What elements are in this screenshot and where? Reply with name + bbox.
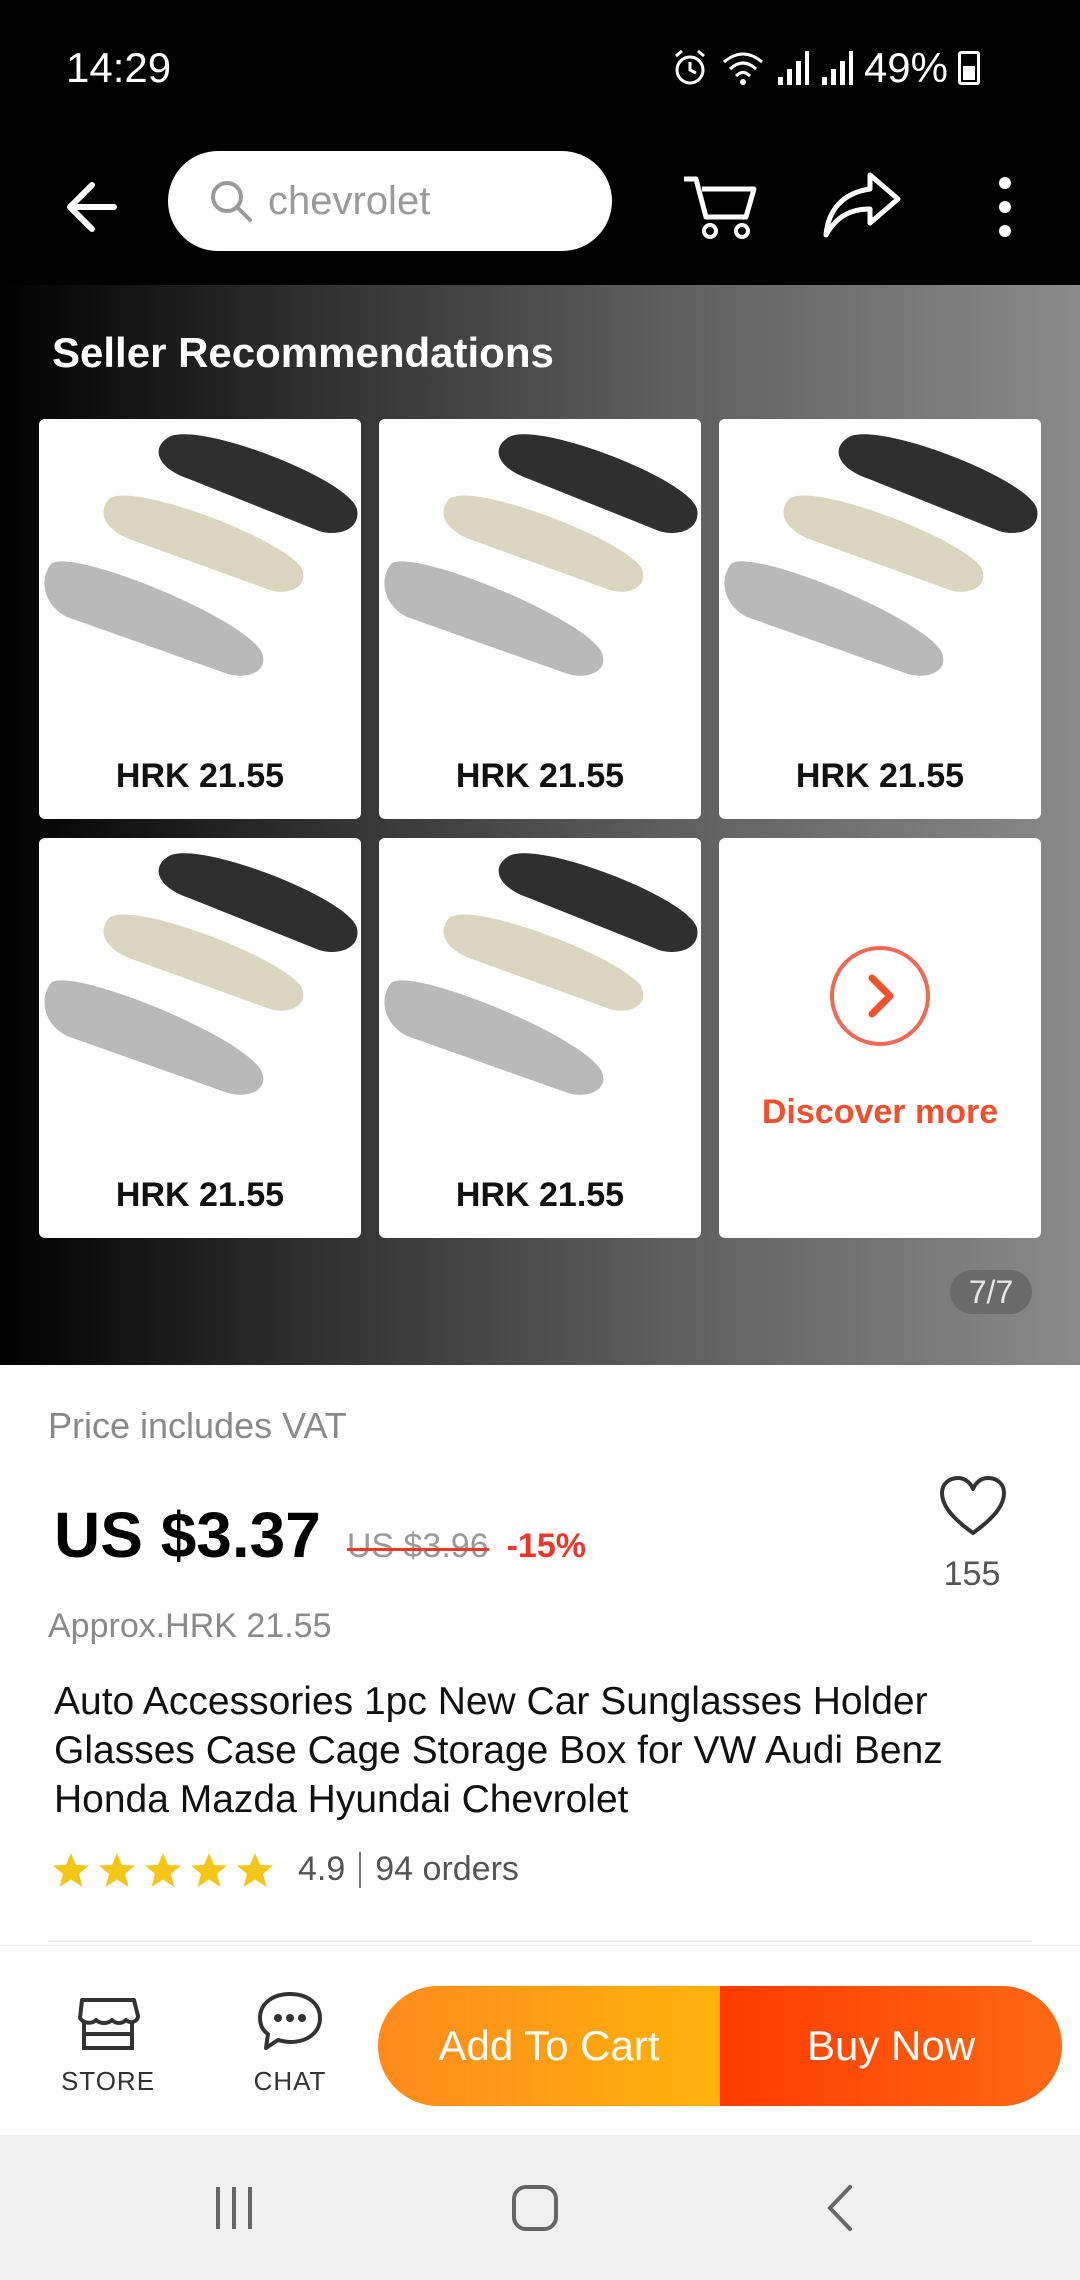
- nav-back-icon[interactable]: [820, 2183, 860, 2233]
- home-icon[interactable]: [510, 2183, 560, 2233]
- search-placeholder: chevrolet: [268, 178, 431, 223]
- divider-line: [48, 1940, 1032, 1942]
- discover-more-label: Discover more: [761, 1093, 999, 1131]
- card-price: HRK 21.55: [795, 757, 965, 795]
- product-image: [379, 838, 701, 1158]
- image-pager: 7/7: [950, 1270, 1032, 1314]
- chevron-right-icon: [830, 946, 930, 1046]
- seller-recommendations-section: Seller Recommendations HRK 21.55 HRK 21.…: [0, 285, 1080, 1365]
- divider: [359, 1851, 362, 1888]
- approx-price: Approx.HRK 21.55: [48, 1607, 332, 1645]
- chat-button[interactable]: CHAT: [228, 1986, 352, 2097]
- add-to-cart-button[interactable]: Add To Cart: [378, 1986, 720, 2106]
- alarm-icon: [674, 49, 705, 85]
- heart-icon[interactable]: [938, 1475, 1008, 1539]
- buy-now-button[interactable]: Buy Now: [720, 1986, 1062, 2106]
- orders-count: 94 orders: [375, 1850, 519, 1888]
- search-bar[interactable]: chevrolet: [168, 151, 612, 251]
- product-image: [39, 419, 361, 739]
- store-label: STORE: [60, 2066, 156, 2096]
- star-icon: [237, 1852, 273, 1887]
- wifi-icon: [722, 52, 763, 85]
- recommendation-card[interactable]: HRK 21.55: [379, 838, 701, 1238]
- top-bar: chevrolet: [0, 145, 1080, 285]
- chat-label: CHAT: [253, 2066, 327, 2096]
- status-time: 14:29: [66, 44, 172, 91]
- card-price: HRK 21.55: [115, 757, 285, 795]
- section-title: Seller Recommendations: [52, 329, 554, 376]
- card-price: HRK 21.55: [455, 1176, 625, 1214]
- status-bar: 14:29 49%: [0, 0, 1080, 145]
- vat-note: Price includes VAT: [48, 1405, 347, 1446]
- recommendation-card[interactable]: HRK 21.55: [379, 419, 701, 819]
- star-icon: [191, 1852, 227, 1887]
- star-rating: [52, 1851, 274, 1889]
- system-nav-bar: [0, 2135, 1080, 2280]
- card-price: HRK 21.55: [455, 757, 625, 795]
- card-price: HRK 21.55: [115, 1176, 285, 1214]
- signal-icon: [777, 51, 809, 85]
- product-info: Price includes VAT US $3.37 US $3.96 -15…: [0, 1365, 1080, 1945]
- cart-icon[interactable]: [680, 165, 760, 245]
- share-icon[interactable]: [820, 165, 904, 245]
- product-image: [379, 419, 701, 739]
- current-price: US $3.37: [54, 1499, 321, 1571]
- store-button[interactable]: STORE: [46, 1986, 170, 2097]
- price-row: US $3.37 US $3.96 -15%: [54, 1498, 586, 1572]
- rating-row[interactable]: 4.9 94 orders: [52, 1850, 519, 1889]
- battery-percent: 49%: [863, 44, 948, 91]
- rating-value: 4.9: [298, 1850, 346, 1888]
- signal-icon-2: [821, 51, 853, 85]
- chat-icon: [258, 1992, 322, 2050]
- recommendation-card[interactable]: HRK 21.55: [719, 419, 1041, 819]
- store-icon: [78, 1998, 140, 2050]
- star-icon: [145, 1852, 181, 1887]
- recommendation-card[interactable]: HRK 21.55: [39, 838, 361, 1238]
- wishlist-count: 155: [943, 1555, 1001, 1593]
- recent-apps-icon[interactable]: [210, 2183, 260, 2233]
- discover-more-card[interactable]: Discover more: [719, 838, 1041, 1238]
- bottom-action-bar: STORE CHAT Add To Cart Buy Now: [0, 1945, 1080, 2135]
- star-icon: [99, 1852, 135, 1887]
- search-icon: [211, 181, 252, 222]
- back-arrow-icon[interactable]: [52, 171, 124, 243]
- star-icon: [53, 1852, 89, 1887]
- product-image: [719, 419, 1041, 739]
- original-price: US $3.96: [346, 1527, 489, 1565]
- battery-icon: [958, 51, 980, 85]
- product-image: [39, 838, 361, 1158]
- recommendation-card[interactable]: HRK 21.55: [39, 419, 361, 819]
- product-title: Auto Accessories 1pc New Car Sunglasses …: [54, 1680, 943, 1821]
- status-icons: 49%: [670, 44, 980, 92]
- more-options-icon[interactable]: [990, 171, 1020, 243]
- discount-badge: -15%: [506, 1527, 586, 1565]
